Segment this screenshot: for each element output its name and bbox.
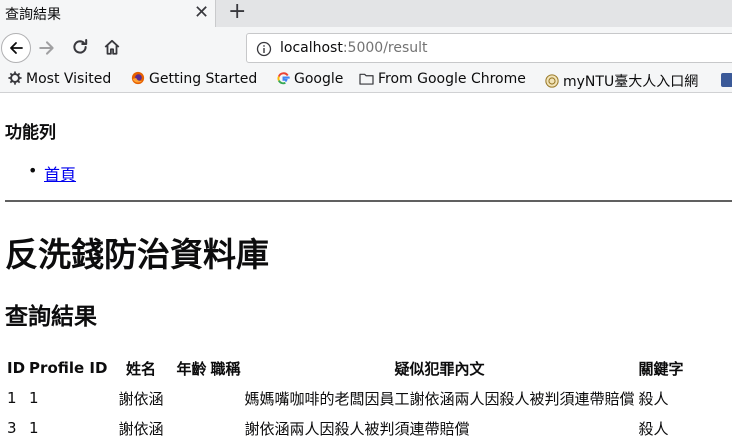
tab-title: 查詢結果 (5, 7, 61, 23)
bookmark-folder-from-google-chrome[interactable]: From Google Chrome (359, 71, 526, 87)
folder-icon (359, 73, 374, 85)
nav-list: 首頁 (0, 161, 76, 185)
column-header-title: 職稱 (210, 359, 241, 378)
cell-title (209, 384, 241, 412)
bookmark-label: From Google Chrome (378, 71, 526, 87)
cell-id: 3 (7, 419, 17, 437)
firefox-icon (131, 71, 145, 85)
page-content: 功能列 首頁 反洗錢防治資料庫 查詢結果 ID Profile ID 姓名 年齡… (0, 93, 732, 444)
home-icon[interactable] (103, 38, 121, 56)
cell-suspected-crime: 媽媽嘴咖啡的老闆因員工謝依涵兩人因殺人被判須連帶賠償 (244, 389, 635, 408)
cell-id: 1 (7, 389, 17, 407)
home-link[interactable]: 首頁 (44, 165, 76, 184)
column-header-profile-id: Profile ID (29, 359, 108, 377)
section-title: 查詢結果 (5, 304, 97, 330)
cell-profile-id: 1 (29, 389, 39, 407)
cell-name: 謝依涵 (118, 389, 164, 408)
nav-heading: 功能列 (5, 123, 56, 143)
table-row: 1 1 謝依涵 媽媽嘴咖啡的老闆因員工謝依涵兩人因殺人被判須連帶賠償 殺人 (6, 384, 685, 412)
reload-icon[interactable] (71, 38, 89, 56)
url-text: localhost:5000/result (280, 40, 428, 56)
tab-active[interactable]: 查詢結果 ✕ (0, 0, 216, 27)
cell-age (166, 384, 207, 412)
cell-name: 謝依涵 (118, 419, 164, 438)
facebook-icon[interactable] (721, 73, 732, 91)
bookmark-google[interactable]: Google (277, 71, 343, 87)
horizontal-rule (5, 200, 732, 202)
bookmark-label: Getting Started (149, 71, 258, 87)
results-table: ID Profile ID 姓名 年齡 職稱 疑似犯罪內文 關鍵字 1 1 謝依… (4, 352, 687, 444)
cell-profile-id: 1 (29, 419, 39, 437)
tab-strip: 查詢結果 ✕ + (0, 0, 732, 27)
table-header-row: ID Profile ID 姓名 年齡 職稱 疑似犯罪內文 關鍵字 (6, 354, 685, 382)
gear-icon (8, 71, 22, 85)
bookmark-getting-started[interactable]: Getting Started (131, 71, 257, 87)
column-header-keyword: 關鍵字 (638, 359, 684, 378)
bookmark-label: Google (294, 71, 344, 87)
column-header-name: 姓名 (125, 359, 156, 378)
cell-suspected-crime: 謝依涵兩人因殺人被判須連帶賠償 (244, 419, 470, 438)
info-icon[interactable] (256, 41, 272, 57)
navigation-toolbar: localhost:5000/result (0, 27, 732, 69)
url-bar[interactable]: localhost:5000/result (246, 33, 732, 63)
column-header-suspected-crime: 疑似犯罪內文 (394, 359, 485, 378)
url-path: :5000/result (342, 40, 428, 56)
column-header-age: 年齡 (176, 359, 207, 378)
page-title: 反洗錢防治資料庫 (5, 235, 269, 274)
close-tab-icon[interactable]: ✕ (194, 2, 209, 23)
cell-age (166, 414, 207, 442)
forward-arrow-icon[interactable] (38, 39, 56, 57)
column-header-id: ID (7, 359, 26, 377)
nav-list-item: 首頁 (0, 161, 76, 185)
bookmark-label: myNTU臺大人入口網 (563, 74, 699, 90)
back-button[interactable] (1, 33, 31, 63)
cell-title (209, 414, 241, 442)
url-host: localhost (280, 40, 343, 56)
bookmark-label: Most Visited (26, 71, 112, 87)
cell-keyword: 殺人 (638, 419, 669, 438)
table-row: 3 1 謝依涵 謝依涵兩人因殺人被判須連帶賠償 殺人 (6, 414, 685, 442)
back-arrow-icon (10, 42, 23, 54)
google-icon (277, 72, 290, 85)
bookmarks-toolbar: Most Visited Getting Started Google From… (0, 69, 732, 93)
bookmark-myntu[interactable]: myNTU臺大人入口網 (545, 71, 698, 91)
new-tab-icon[interactable]: + (228, 0, 246, 24)
bookmark-most-visited[interactable]: Most Visited (8, 71, 111, 87)
ntu-seal-icon (545, 74, 559, 88)
cell-keyword: 殺人 (638, 389, 669, 408)
